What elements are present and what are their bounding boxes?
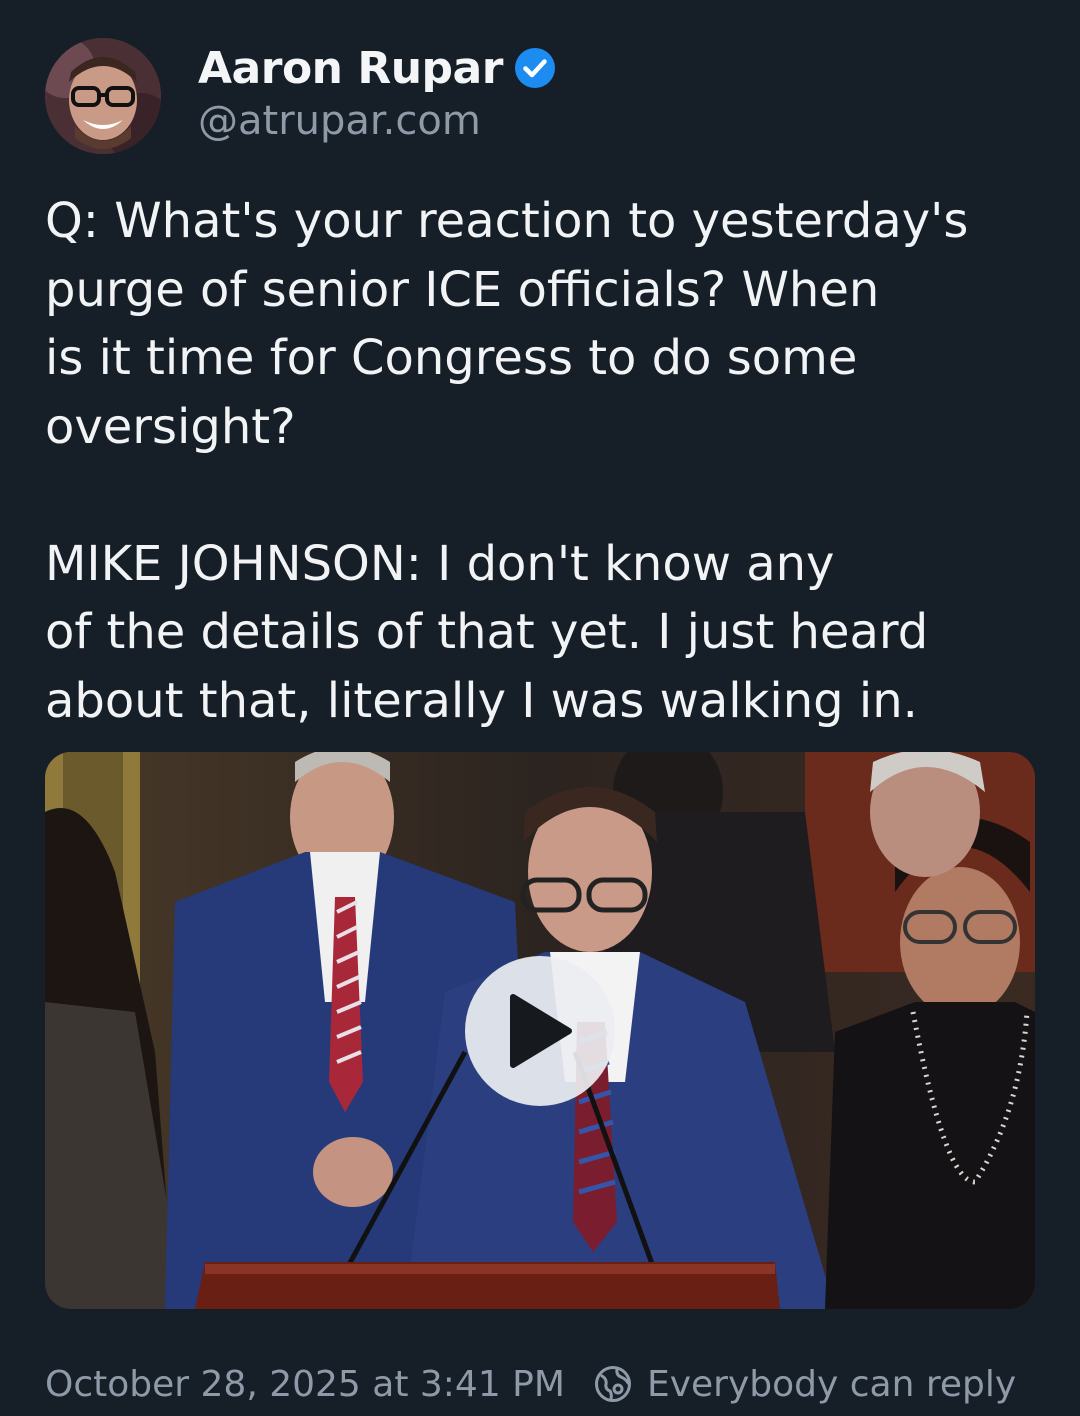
avatar[interactable] [45, 38, 161, 154]
post-text: Q: What's your reaction to yesterday's p… [45, 193, 969, 729]
globe-reply-icon [593, 1364, 633, 1404]
post-footer: October 28, 2025 at 3:41 PM Everybody ca… [45, 1356, 1016, 1412]
reply-setting: Everybody can reply [593, 1364, 1016, 1405]
display-name[interactable]: Aaron Rupar [198, 43, 503, 94]
video-thumbnail[interactable] [45, 752, 1035, 1309]
verified-badge-icon [513, 46, 557, 90]
play-icon [510, 994, 572, 1068]
author-handle[interactable]: @atrupar.com [198, 98, 481, 144]
post-timestamp[interactable]: October 28, 2025 at 3:41 PM [45, 1364, 565, 1405]
display-name-row: Aaron Rupar [198, 38, 557, 98]
reply-setting-label: Everybody can reply [646, 1363, 1017, 1405]
play-button[interactable] [465, 956, 615, 1106]
avatar-photo [45, 38, 161, 154]
post-header: Aaron Rupar @atrupar.com [45, 38, 1035, 154]
